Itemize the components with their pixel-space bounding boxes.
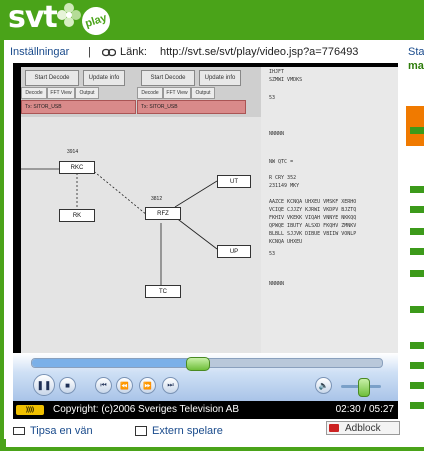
video-diagram: 3914 RKC RK 3812 RFZ UT UP TC — [21, 117, 261, 353]
play-badge: play — [78, 3, 114, 39]
separator: | — [88, 46, 91, 58]
link-url[interactable]: http://svt.se/svt/play/video.jsp?a=77649… — [160, 46, 358, 58]
player-status-bar: )))) Copyright: (c)2006 Sveriges Televis… — [13, 401, 398, 419]
terminal-line: KCNQA UHXEU — [269, 239, 303, 245]
video-tab: FFT View — [163, 87, 191, 99]
pause-icon[interactable]: ❚❚ — [33, 374, 55, 396]
video-tab: Decode — [137, 87, 163, 99]
terminal-line: VCIQE CJJZY KJRWI VKDPV BJZTQ — [269, 207, 357, 213]
right-panel-item[interactable] — [410, 186, 424, 193]
video-sheet-toolbar: Start Decode Update info Start Decode Up… — [21, 67, 261, 117]
right-panel-subtitle: ma — [408, 60, 424, 72]
right-panel-item[interactable] — [410, 270, 424, 277]
terminal-line: QPWQE IBUTY ALSXD FKQHV ZMNKV — [269, 223, 357, 229]
rewind-icon[interactable]: ⏪ — [116, 377, 133, 394]
terminal-line: 53 — [269, 95, 276, 101]
diagram-node: UT — [217, 175, 251, 188]
right-panel-item[interactable] — [410, 127, 424, 134]
frame-left — [0, 40, 4, 451]
video-red-bar: Tx: SITOR_USB — [137, 100, 246, 114]
video-tab: FFT View — [47, 87, 75, 99]
right-panel-banner[interactable] — [406, 106, 424, 146]
video-area[interactable]: Start Decode Update info Start Decode Up… — [13, 63, 398, 353]
link-icon — [102, 48, 116, 57]
diagram-node: TC — [145, 285, 181, 298]
video-red-bar: Tx: SITOR_USB — [21, 100, 136, 114]
speaker-icon[interactable]: 🔈 — [315, 377, 332, 394]
right-panel-item[interactable] — [410, 342, 424, 349]
terminal-line: IHJFT — [269, 69, 285, 75]
external-player-icon — [135, 426, 147, 436]
fast-forward-icon[interactable]: ⏩ — [139, 377, 156, 394]
right-panel-item[interactable] — [410, 206, 424, 213]
terminal-line: NNNNN — [269, 281, 285, 287]
terminal-line: 231149 MKY — [269, 183, 300, 189]
flower-logo-icon — [57, 3, 81, 27]
video-button: Update info — [83, 70, 125, 86]
terminal-line: SZMWI VMDKS — [269, 77, 303, 83]
stop-icon[interactable]: ■ — [59, 377, 76, 394]
seek-bar-progress — [32, 359, 197, 367]
right-panel-title: Sta — [408, 46, 424, 58]
right-panel-item[interactable] — [410, 402, 424, 409]
right-panel-item[interactable] — [410, 362, 424, 369]
video-tab: Output — [75, 87, 99, 99]
diagram-node: RK — [59, 209, 95, 222]
video-button: Start Decode — [25, 70, 79, 86]
tell-friend-link[interactable]: Tipsa en vän — [30, 425, 93, 437]
previous-icon[interactable]: ⏮ — [95, 377, 112, 394]
adblock-icon — [329, 424, 339, 432]
settings-link[interactable]: Inställningar — [10, 46, 69, 58]
mail-icon — [13, 427, 25, 435]
external-player-link[interactable]: Extern spelare — [152, 425, 223, 437]
video-button: Start Decode — [141, 70, 195, 86]
copyright-text: Copyright: (c)2006 Sveriges Television A… — [53, 404, 240, 415]
diagram-node: UP — [217, 245, 251, 258]
terminal-line: BLBLL SJJVK DIBUE VBIIW VONLP — [269, 231, 357, 237]
node-number: 3812 — [151, 196, 163, 202]
video-tab: Decode — [21, 87, 47, 99]
right-panel-item[interactable] — [410, 248, 424, 255]
diagram-connectors — [21, 168, 218, 285]
video-screen-sheet: Start Decode Update info Start Decode Up… — [21, 67, 261, 353]
right-panel-item[interactable] — [410, 382, 424, 389]
video-button: Update info — [199, 70, 241, 86]
terminal-line: AAZCE KCNQA UHXEU VMSKF XERHO — [269, 199, 357, 205]
seek-bar[interactable] — [31, 357, 383, 371]
diagram-node: RFZ — [145, 207, 181, 220]
player-controls: ❚❚ ■ ⏮ ⏪ ⏩ ⏭ 🔈 — [13, 353, 398, 401]
bottom-frame-inner — [6, 439, 424, 447]
terminal-line: R CRY 352 — [269, 175, 297, 181]
terminal-line: FKHIV VKEKK VIQAH VNNYE NKKQQ — [269, 215, 357, 221]
node-number: 3914 — [67, 149, 79, 155]
right-panel: Sta ma — [404, 40, 424, 451]
site-header: svt play — [0, 0, 424, 40]
terminal-line: 53 — [269, 251, 276, 257]
svt-logo[interactable]: svt — [8, 0, 58, 35]
volume-handle[interactable] — [358, 378, 370, 397]
seek-handle[interactable] — [186, 357, 210, 371]
time-display: 02:30 / 05:27 — [335, 404, 394, 415]
link-label: Länk: — [120, 46, 147, 58]
next-icon[interactable]: ⏭ — [162, 377, 179, 394]
bottom-frame — [0, 439, 424, 451]
video-tab: Output — [191, 87, 215, 99]
terminal-line: NW QTC = — [269, 159, 294, 165]
stream-indicator-icon: )))) — [16, 405, 44, 415]
right-panel-item[interactable] — [410, 228, 424, 235]
right-panel-item[interactable] — [410, 306, 424, 313]
video-terminal-text: IHJFT SZMWI VMDKS 53 NNNNN NW QTC = R CR… — [261, 67, 398, 353]
terminal-line: NNNNN — [269, 131, 285, 137]
diagram-node: RKC — [59, 161, 95, 174]
